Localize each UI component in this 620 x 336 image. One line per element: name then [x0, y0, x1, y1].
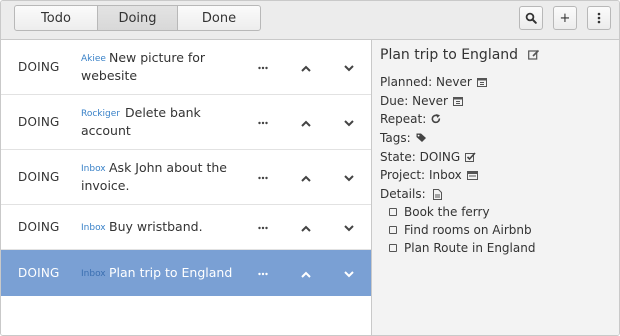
- document-icon: [432, 188, 442, 200]
- checklist-item: Find rooms on Airbnb: [389, 223, 532, 237]
- task-row[interactable]: DOING Inbox Buy wristband.: [1, 205, 371, 250]
- task-title: Ask John about the invoice.: [81, 160, 227, 193]
- due-field[interactable]: Due: Never: [380, 94, 463, 108]
- planned-field[interactable]: Planned: Never: [380, 75, 487, 89]
- search-button[interactable]: [519, 6, 543, 30]
- task-title: Buy wristband.: [109, 219, 203, 234]
- checkbox[interactable]: [389, 226, 397, 234]
- chevron-down-icon[interactable]: [341, 266, 357, 282]
- toolbar: Todo Doing Done +: [1, 1, 619, 40]
- chevron-down-icon[interactable]: [341, 115, 357, 131]
- more-icon[interactable]: [255, 266, 271, 282]
- checkbox[interactable]: [389, 244, 397, 252]
- task-state: DOING: [18, 266, 60, 280]
- calendar-icon: [452, 96, 463, 106]
- chevron-up-icon[interactable]: [298, 60, 314, 76]
- refresh-icon: [431, 114, 441, 124]
- check-square-icon: [465, 152, 476, 162]
- inbox-icon: [466, 170, 478, 180]
- search-icon: [525, 12, 537, 24]
- vertical-ellipsis-icon: [597, 12, 601, 24]
- checklist-item: Plan Route in England: [389, 241, 535, 255]
- tab-doing[interactable]: Doing: [97, 5, 178, 31]
- task-state: DOING: [18, 60, 60, 74]
- chevron-down-icon[interactable]: [341, 170, 357, 186]
- more-icon[interactable]: [255, 60, 271, 76]
- task-state: DOING: [18, 220, 60, 234]
- plus-icon: +: [559, 10, 571, 26]
- task-title: Plan trip to England: [109, 265, 233, 280]
- calendar-icon: [476, 77, 487, 87]
- chevron-up-icon[interactable]: [298, 115, 314, 131]
- edit-icon[interactable]: [527, 48, 540, 64]
- task-row[interactable]: DOING Rockiger Delete bank account: [1, 95, 371, 150]
- task-row[interactable]: DOING Inbox Ask John about the invoice.: [1, 150, 371, 205]
- project-field[interactable]: Project: Inbox: [380, 168, 478, 182]
- state-field[interactable]: State: DOING: [380, 150, 476, 164]
- task-list: DOING Akiee New picture for webesite DOIN…: [1, 40, 372, 335]
- task-row[interactable]: DOING Akiee New picture for webesite: [1, 40, 371, 95]
- more-icon[interactable]: [255, 170, 271, 186]
- tab-done[interactable]: Done: [177, 5, 261, 31]
- detail-title: Plan trip to England: [380, 47, 540, 64]
- checkbox[interactable]: [389, 208, 397, 216]
- more-icon[interactable]: [255, 115, 271, 131]
- state-tabs: Todo Doing Done: [14, 5, 261, 31]
- task-title: Delete bank account: [81, 105, 201, 138]
- chevron-down-icon[interactable]: [341, 220, 357, 236]
- menu-button[interactable]: [587, 6, 611, 30]
- more-icon[interactable]: [255, 220, 271, 236]
- task-row-selected[interactable]: DOING Inbox Plan trip to England: [1, 250, 371, 296]
- add-task-button[interactable]: +: [553, 6, 577, 30]
- tags-field[interactable]: Tags:: [380, 131, 428, 145]
- details-field[interactable]: Details:: [380, 187, 442, 201]
- repeat-field[interactable]: Repeat:: [380, 112, 441, 126]
- task-detail-pane: Plan trip to England Planned: Never Due:…: [372, 40, 619, 335]
- tag-icon: [416, 133, 428, 143]
- task-state: DOING: [18, 115, 60, 129]
- chevron-up-icon[interactable]: [298, 220, 314, 236]
- task-title: New picture for webesite: [81, 50, 206, 83]
- app-window: Todo Doing Done + DOING Akiee New pictur…: [0, 0, 620, 336]
- chevron-down-icon[interactable]: [341, 60, 357, 76]
- checklist-item: Book the ferry: [389, 205, 490, 219]
- tab-todo[interactable]: Todo: [14, 5, 98, 31]
- task-state: DOING: [18, 170, 60, 184]
- chevron-up-icon[interactable]: [298, 266, 314, 282]
- chevron-up-icon[interactable]: [298, 170, 314, 186]
